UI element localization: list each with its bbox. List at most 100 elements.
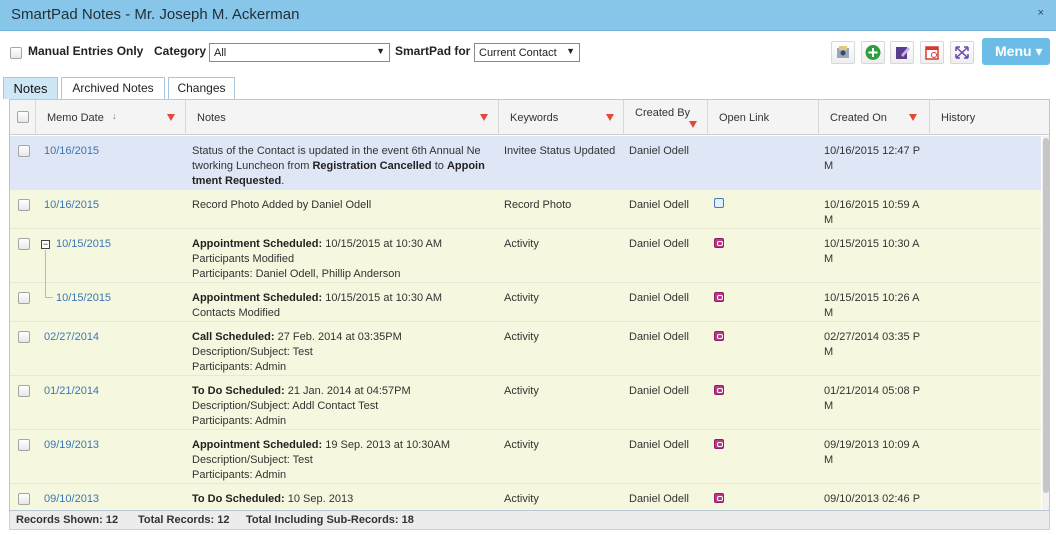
row-checkbox[interactable] [18,385,30,397]
table-row[interactable]: 09/10/2013 To Do Scheduled: 10 Sep. 2013… [10,484,1041,510]
calendar-icon[interactable] [920,41,944,64]
filter-icon[interactable] [689,121,697,128]
contact-card-icon[interactable] [831,41,855,64]
filter-icon[interactable] [480,114,488,121]
note-strong: To Do Scheduled: [192,385,285,397]
memo-date-link[interactable]: 09/10/2013 [44,492,99,507]
category-label: Category [154,44,207,58]
row-checkbox[interactable] [18,439,30,451]
note-line: Contacts Modified [192,307,281,319]
note-text: Appointment Scheduled: 10/15/2015 at 10:… [192,237,442,282]
open-link-icon[interactable] [714,493,724,503]
toolbar: Manual Entries Only Category All ▼ Smart… [0,31,1056,74]
note-line: to [431,160,447,172]
tab-changes[interactable]: Changes [168,77,235,99]
created-on: 09/10/2013 02:46 P [824,493,921,505]
scrollbar-thumb[interactable] [1043,138,1049,493]
select-all-checkbox[interactable] [17,111,29,123]
note-strong: Appoin [446,160,485,172]
table-row[interactable]: 01/21/2014 To Do Scheduled: 21 Jan. 2014… [10,376,1041,430]
row-checkbox[interactable] [18,331,30,343]
vertical-scrollbar[interactable] [1042,136,1049,510]
note-line: 10/15/2015 at 10:30 AM [322,292,443,304]
grid-footer: Records Shown: 12 Total Records: 12 Tota… [9,511,1050,530]
created-on-line: 09/19/2013 10:09 A [824,439,920,451]
open-link-icon[interactable] [714,331,724,341]
note-text: Status of the Contact is updated in the … [192,144,502,189]
category-select[interactable]: All ▼ [209,43,390,62]
memo-date-link[interactable]: 10/16/2015 [44,144,99,159]
manual-entries-checkbox[interactable] [10,47,22,59]
created-on-line: M [824,214,834,226]
note-line: Participants: Admin [192,415,287,427]
note-strong: Appointment Scheduled: [192,238,323,250]
column-label-keywords: Keywords [510,112,559,124]
column-header-notes[interactable]: Notes [186,100,499,135]
created-on-line: 01/21/2014 05:08 P [824,385,921,397]
created-on: 02/27/2014 03:35 P M [824,330,920,360]
created-by: Daniel Odell [629,145,689,157]
memo-date-link[interactable]: 10/16/2015 [44,198,99,213]
tree-line [45,297,53,298]
filter-icon[interactable] [606,114,614,121]
window-titlebar: SmartPad Notes - Mr. Joseph M. Ackerman … [0,0,1056,31]
created-on-line: 10/15/2015 10:26 A [824,292,920,304]
tab-notes[interactable]: Notes [3,77,58,99]
close-icon[interactable]: × [1038,7,1044,19]
note-text: To Do Scheduled: 21 Jan. 2014 at 04:57PM… [192,384,411,429]
note-text: To Do Scheduled: 10 Sep. 2013 [192,492,353,507]
memo-date-link[interactable]: 10/15/2015 [56,237,111,252]
filter-icon[interactable] [167,114,175,121]
table-row[interactable]: 09/19/2013 Appointment Scheduled: 19 Sep… [10,430,1041,484]
column-header-history[interactable]: History [930,100,1049,135]
table-row[interactable]: − 10/15/2015 Appointment Scheduled: 10/1… [10,229,1041,283]
open-link-icon[interactable] [714,385,724,395]
window-title: SmartPad Notes - Mr. Joseph M. Ackerman [11,6,300,23]
row-checkbox[interactable] [18,292,30,304]
row-checkbox[interactable] [18,199,30,211]
tab-archived-notes[interactable]: Archived Notes [61,77,165,99]
note-line: Status of the Contact is updated in the … [192,145,481,157]
row-checkbox[interactable] [18,238,30,250]
photo-link-icon[interactable] [714,198,724,208]
table-row[interactable]: 10/15/2015 Appointment Scheduled: 10/15/… [10,283,1041,322]
filter-icon[interactable] [909,114,917,121]
column-header-keywords[interactable]: Keywords [499,100,624,135]
created-by: Daniel Odell [629,331,689,343]
created-by: Daniel Odell [629,238,689,250]
compose-note-icon[interactable] [890,41,914,64]
note-strong: To Do Scheduled: [192,493,285,505]
note-line: Description/Subject: Test [192,346,313,358]
created-on-line: 02/27/2014 03:35 P [824,331,921,343]
column-label-created-by: Created By [635,107,691,119]
open-link-icon[interactable] [714,439,724,449]
table-row[interactable]: 10/16/2015 Record Photo Added by Daniel … [10,190,1041,229]
open-link-icon[interactable] [714,292,724,302]
open-link-icon[interactable] [714,238,724,248]
memo-date-link[interactable]: 02/27/2014 [44,330,99,345]
keyword: Activity [504,493,539,505]
column-header-created-by[interactable]: Created By [624,100,708,135]
column-label-memo-date: Memo Date [47,112,104,124]
menu-button[interactable]: Menu ▾ [982,38,1050,65]
total-including-sub-records: Total Including Sub-Records: 18 [246,514,414,526]
add-icon[interactable] [861,41,885,64]
column-header-created-on[interactable]: Created On [819,100,930,135]
collapse-icon[interactable]: − [41,240,50,249]
column-header-memo-date[interactable]: Memo Date ↓ [36,100,186,135]
row-checkbox[interactable] [18,145,30,157]
memo-date-link[interactable]: 09/19/2013 [44,438,99,453]
created-on: 01/21/2014 05:08 P M [824,384,920,414]
note-strong: Appointment Scheduled: [192,292,323,304]
category-select-value: All [214,47,227,59]
column-header-open-link[interactable]: Open Link [708,100,819,135]
expand-icon[interactable] [950,41,974,64]
table-row[interactable]: 02/27/2014 Call Scheduled: 27 Feb. 2014 … [10,322,1041,376]
table-row[interactable]: 10/16/2015 Status of the Contact is upda… [10,136,1041,190]
memo-date-link[interactable]: 01/21/2014 [44,384,99,399]
chevron-down-icon: ▼ [566,46,575,56]
row-checkbox[interactable] [18,493,30,505]
note-text: Appointment Scheduled: 10/15/2015 at 10:… [192,291,442,321]
smartpad-for-select[interactable]: Current Contact ▼ [474,43,580,62]
memo-date-link[interactable]: 10/15/2015 [56,291,111,306]
